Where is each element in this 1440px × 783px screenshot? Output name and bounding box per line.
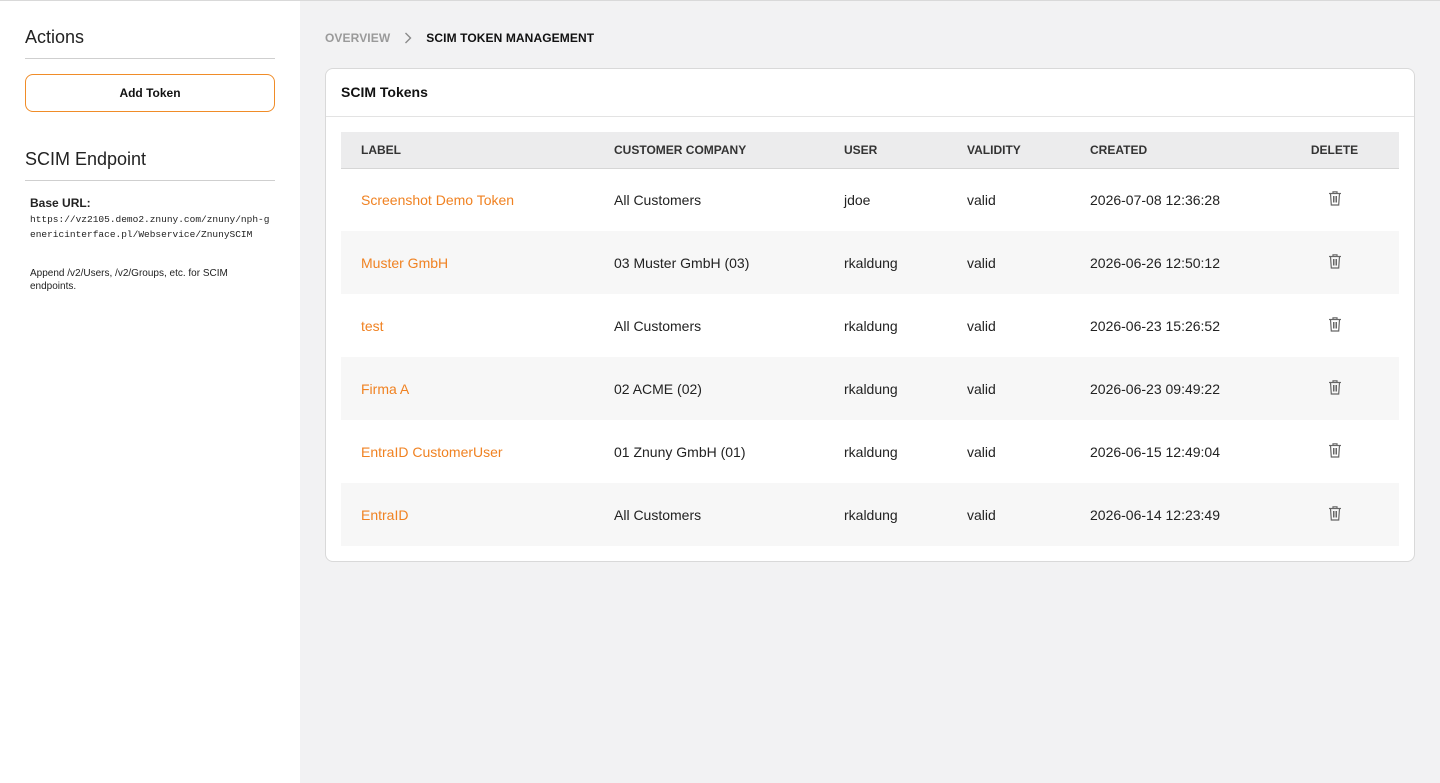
sidebar: Actions Add Token SCIM Endpoint Base URL…: [0, 1, 300, 783]
created-cell: 2026-07-08 12:36:28: [1090, 191, 1220, 208]
user-cell: jdoe: [844, 191, 871, 208]
created-cell: 2026-06-23 09:49:22: [1090, 380, 1220, 397]
delete-cell: [1270, 231, 1399, 294]
chevron-right-icon: [404, 32, 412, 44]
validity-cell: valid: [967, 443, 996, 460]
user-cell: rkaldung: [844, 506, 898, 523]
table-body: Screenshot Demo Token All Customers jdoe…: [341, 168, 1399, 546]
token-label-link[interactable]: EntraID CustomerUser: [341, 420, 594, 483]
created-cell: 2026-06-26 12:50:12: [1090, 254, 1220, 271]
tokens-table: LABEL CUSTOMER COMPANY USER VALIDITY CRE…: [341, 132, 1399, 546]
token-label-link[interactable]: test: [341, 294, 594, 357]
token-label-link[interactable]: Firma A: [341, 357, 594, 420]
table-header-row: LABEL CUSTOMER COMPANY USER VALIDITY CRE…: [341, 132, 1399, 168]
delete-cell: [1270, 357, 1399, 420]
base-url-label: Base URL:: [30, 196, 91, 210]
token-label-link[interactable]: EntraID: [341, 483, 594, 546]
table-row: Muster GmbH 03 Muster GmbH (03) rkaldung…: [341, 231, 1399, 294]
card-title: SCIM Tokens: [326, 69, 1414, 117]
token-label-link[interactable]: Screenshot Demo Token: [341, 168, 594, 231]
scim-endpoint-heading: SCIM Endpoint: [25, 149, 275, 181]
validity-cell: valid: [967, 506, 996, 523]
header-label: LABEL: [361, 142, 401, 157]
delete-cell: [1270, 483, 1399, 546]
actions-heading: Actions: [25, 1, 275, 59]
table-row: EntraID All Customers rkaldung valid 202…: [341, 483, 1399, 546]
table-row: EntraID CustomerUser 01 Znuny GmbH (01) …: [341, 420, 1399, 483]
delete-cell: [1270, 420, 1399, 483]
trash-icon[interactable]: [1328, 190, 1342, 209]
delete-cell: [1270, 294, 1399, 357]
customer-company-cell: All Customers: [614, 506, 702, 523]
trash-icon[interactable]: [1328, 379, 1342, 398]
validity-cell: valid: [967, 317, 996, 334]
trash-icon[interactable]: [1328, 253, 1342, 272]
trash-icon[interactable]: [1328, 505, 1342, 524]
header-created: CREATED: [1090, 142, 1148, 157]
scim-tokens-card: SCIM Tokens LABEL CUSTOMER COMPANY USER …: [325, 68, 1415, 562]
user-cell: rkaldung: [844, 380, 898, 397]
validity-cell: valid: [967, 380, 996, 397]
header-delete: DELETE: [1310, 142, 1359, 157]
table-row: Screenshot Demo Token All Customers jdoe…: [341, 168, 1399, 231]
created-cell: 2026-06-23 15:26:52: [1090, 317, 1220, 334]
header-customer-company: CUSTOMER COMPANY: [614, 142, 747, 157]
append-note: Append /v2/Users, /v2/Groups, etc. for S…: [30, 268, 228, 292]
token-label-link[interactable]: Muster GmbH: [341, 231, 594, 294]
validity-cell: valid: [967, 254, 996, 271]
breadcrumb-current: SCIM TOKEN MANAGEMENT: [426, 31, 595, 45]
delete-cell: [1270, 168, 1399, 231]
customer-company-cell: 03 Muster GmbH (03): [614, 254, 750, 271]
customer-company-cell: All Customers: [614, 317, 702, 334]
main-content: OVERVIEW SCIM TOKEN MANAGEMENT SCIM Toke…: [325, 1, 1415, 562]
breadcrumb-overview-link[interactable]: OVERVIEW: [325, 31, 390, 45]
header-user: USER: [844, 142, 878, 157]
base-url-value: https://vz2105.demo2.znuny.com/znuny/nph…: [30, 214, 270, 240]
created-cell: 2026-06-15 12:49:04: [1090, 443, 1220, 460]
add-token-button[interactable]: Add Token: [25, 74, 275, 112]
trash-icon[interactable]: [1328, 316, 1342, 335]
user-cell: rkaldung: [844, 254, 898, 271]
validity-cell: valid: [967, 191, 996, 208]
trash-icon[interactable]: [1328, 442, 1342, 461]
header-validity: VALIDITY: [967, 142, 1021, 157]
customer-company-cell: All Customers: [614, 191, 702, 208]
table-row: test All Customers rkaldung valid 2026-0…: [341, 294, 1399, 357]
customer-company-cell: 01 Znuny GmbH (01): [614, 443, 746, 460]
table-row: Firma A 02 ACME (02) rkaldung valid 2026…: [341, 357, 1399, 420]
user-cell: rkaldung: [844, 317, 898, 334]
breadcrumb: OVERVIEW SCIM TOKEN MANAGEMENT: [325, 1, 1415, 73]
user-cell: rkaldung: [844, 443, 898, 460]
created-cell: 2026-06-14 12:23:49: [1090, 506, 1220, 523]
customer-company-cell: 02 ACME (02): [614, 380, 702, 397]
